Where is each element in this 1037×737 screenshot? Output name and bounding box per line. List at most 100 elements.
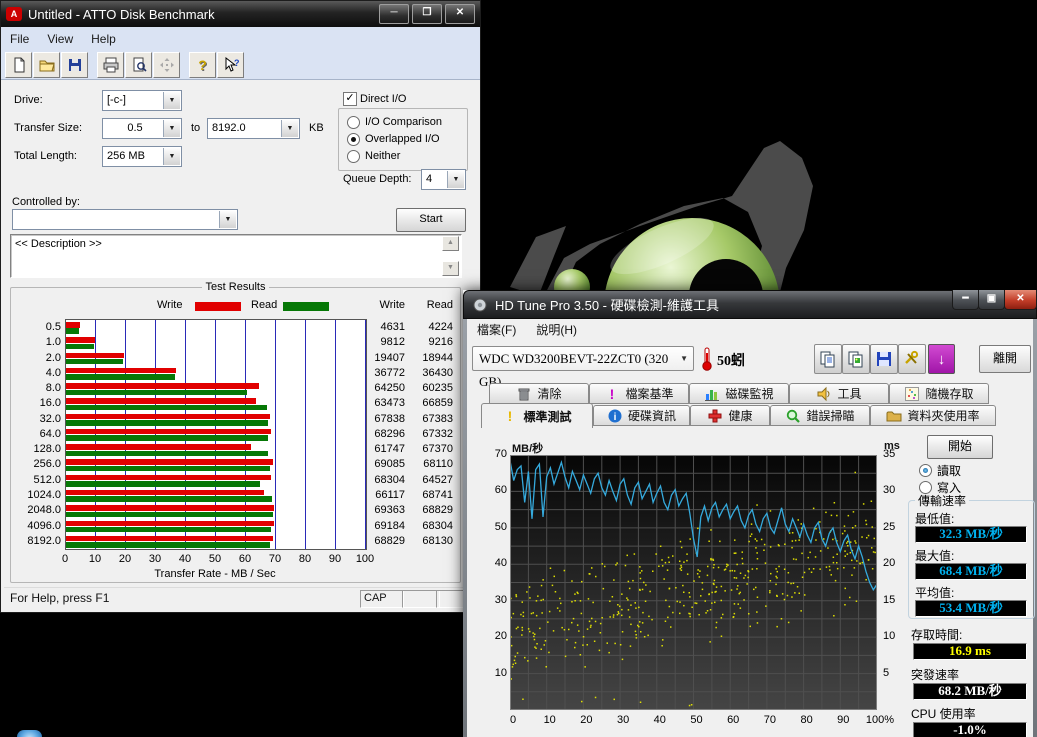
update-download-button[interactable]: ↓ (928, 344, 955, 374)
atto-titlebar[interactable]: A Untitled - ATTO Disk Benchmark ─ ❐ ✕ (1, 1, 480, 27)
hdtune-logo-icon (472, 297, 488, 313)
description-scroll-down-icon[interactable]: ▼ (442, 261, 459, 276)
pan-arrows-icon (159, 57, 175, 73)
atto-menu-item-help[interactable]: Help (82, 29, 125, 49)
io-mode-radio[interactable] (347, 116, 360, 129)
drive-select-combo[interactable]: WDC WD3200BEVT-22ZCT0 (320 GB) ▼ (472, 346, 694, 371)
drive-combo[interactable]: [-c-] ▼ (102, 90, 182, 111)
read-value: 18944 (401, 352, 453, 364)
drive-select-arrow-icon: ▼ (680, 347, 688, 370)
total-length-combo[interactable]: 256 MB ▼ (102, 146, 182, 167)
total-length-arrow-icon[interactable]: ▼ (163, 148, 180, 165)
tab-檔案基準[interactable]: !檔案基準 (589, 383, 689, 404)
atto-maximize-button[interactable]: ❐ (412, 4, 442, 24)
print-preview-button[interactable] (125, 52, 152, 78)
atto-close-button[interactable]: ✕ (445, 4, 475, 24)
tab-錯誤掃瞄[interactable]: 錯誤掃瞄 (770, 405, 870, 426)
temperature-value: 50蚓 (717, 350, 745, 370)
open-file-button[interactable] (33, 52, 60, 78)
svg-text:!: ! (610, 386, 615, 402)
controlled-by-arrow-icon[interactable]: ▼ (219, 211, 236, 228)
benchmark-start-button[interactable]: 開始 (927, 435, 993, 459)
row-label: 8.0 (11, 382, 61, 394)
read-value: 64527 (401, 474, 453, 486)
read-bar (66, 466, 270, 472)
pan-button[interactable] (153, 52, 180, 78)
atto-minimize-button[interactable]: ─ (379, 4, 409, 24)
read-bar (66, 359, 123, 365)
transfer-to-combo[interactable]: 8192.0 ▼ (207, 118, 300, 139)
atto-menu-item-file[interactable]: File (1, 29, 38, 49)
description-box[interactable]: << Description >> ▲ ▼ (10, 234, 462, 278)
options-button[interactable] (898, 344, 926, 374)
row-label: 4.0 (11, 367, 61, 379)
max-label: 最大值: (915, 547, 954, 564)
queue-depth-combo[interactable]: 4 ▼ (421, 169, 466, 190)
tab-磁碟監視[interactable]: 磁碟監視 (689, 383, 789, 404)
tab-硬碟資訊[interactable]: i硬碟資訊 (593, 405, 690, 426)
tab-標準測試[interactable]: !標準測試 (481, 403, 593, 428)
direct-io-checkbox[interactable]: ✓ (343, 92, 357, 106)
x-axis-tick: 30 (143, 553, 167, 565)
hdtune-minimize-button[interactable]: ━ (952, 290, 979, 310)
queue-depth-arrow-icon[interactable]: ▼ (447, 171, 464, 188)
hdtune-menu-item[interactable]: 檔案(F) (467, 319, 526, 340)
save-button[interactable] (61, 52, 88, 78)
hdtune-close-button[interactable]: ✕ (1004, 290, 1037, 310)
hdtune-toolbar: WDC WD3200BEVT-22ZCT0 (320 GB) ▼ 50蚓 ↓ 離… (467, 340, 1033, 383)
hdtune-titlebar[interactable]: HD Tune Pro 3.50 - 硬碟檢測-維護工具 (463, 290, 1037, 319)
io-mode-radio[interactable] (347, 150, 360, 163)
io-mode-option[interactable]: Overlapped I/O (347, 132, 440, 146)
transfer-size-label: Transfer Size: (14, 122, 82, 134)
read-bar (66, 405, 267, 411)
tab-清除[interactable]: 清除 (489, 383, 589, 404)
tab-工具[interactable]: 工具 (789, 383, 889, 404)
read-value: 9216 (401, 336, 453, 348)
hdtune-menubar: 檔案(F)說明(H) (467, 319, 1033, 341)
print-button[interactable] (97, 52, 124, 78)
io-mode-option[interactable]: I/O Comparison (347, 115, 442, 129)
new-file-icon (11, 57, 27, 73)
exit-button[interactable]: 離開 (979, 345, 1031, 373)
hdtune-menu-item[interactable]: 說明(H) (526, 319, 587, 340)
read-mode-option[interactable]: 讀取 (919, 462, 961, 479)
start-button[interactable]: Start (396, 208, 466, 232)
read-radio-label: 讀取 (937, 462, 961, 479)
save-screenshot-button[interactable] (870, 344, 898, 374)
hdtune-maximize-button[interactable]: ▣ (978, 290, 1005, 310)
read-value: 67370 (401, 443, 453, 455)
copy-text-button[interactable] (814, 344, 842, 374)
io-mode-radio[interactable] (347, 133, 360, 146)
tab-隨機存取[interactable]: 隨機存取 (889, 383, 989, 404)
transfer-from-combo[interactable]: 0.5 ▼ (102, 118, 182, 139)
start-orb[interactable] (17, 730, 42, 737)
floppy-icon (875, 350, 893, 368)
x-axis-tick: 80 (790, 714, 824, 726)
x-axis-tick: 10 (83, 553, 107, 565)
tab-資料夾使用率[interactable]: 資料夾使用率 (870, 405, 996, 426)
x-axis-tick: 30 (606, 714, 640, 726)
x-axis-tick: 60 (233, 553, 257, 565)
write-bar (66, 475, 271, 481)
write-value: 64250 (353, 382, 405, 394)
io-mode-option[interactable]: Neither (347, 149, 400, 163)
context-help-button[interactable]: ? (217, 52, 244, 78)
new-file-button[interactable] (5, 52, 32, 78)
drive-combo-arrow-icon[interactable]: ▼ (163, 92, 180, 109)
copy-image-button[interactable] (842, 344, 870, 374)
read-radio[interactable] (919, 464, 932, 477)
write-value: 68304 (353, 474, 405, 486)
controlled-by-combo[interactable]: ▼ (12, 209, 238, 230)
read-value: 67332 (401, 428, 453, 440)
atto-menu-item-view[interactable]: View (38, 29, 82, 49)
tab-label: 硬碟資訊 (628, 407, 676, 424)
min-value: 32.3 MB/秒 (915, 526, 1027, 543)
cross-red-icon (707, 408, 723, 424)
about-button[interactable]: ? (189, 52, 216, 78)
description-scroll-up-icon[interactable]: ▲ (442, 236, 459, 251)
tab-label: 磁碟監視 (725, 385, 773, 402)
tab-健康[interactable]: 健康 (690, 405, 770, 426)
write-bar (66, 337, 95, 343)
transfer-to-arrow-icon[interactable]: ▼ (281, 120, 298, 137)
transfer-from-arrow-icon[interactable]: ▼ (163, 120, 180, 137)
